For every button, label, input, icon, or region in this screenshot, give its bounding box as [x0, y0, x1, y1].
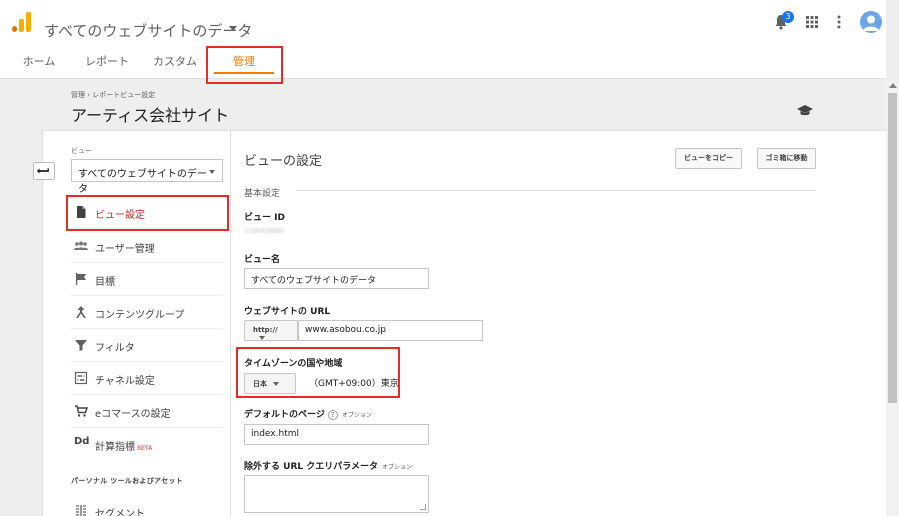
caret-down-icon: [259, 336, 265, 340]
caret-down-icon[interactable]: [229, 26, 237, 31]
main-nav: ホーム レポート カスタム 管理: [0, 46, 886, 79]
view-name-input[interactable]: すべてのウェブサイトのデータ: [244, 268, 429, 289]
sidebar-item-label: ユーザー管理: [95, 244, 155, 255]
sidebar-item-label: コンテンツグループ: [95, 310, 185, 321]
exclude-params-textarea[interactable]: [244, 475, 429, 513]
page-title: アーティス会社サイト: [71, 106, 230, 125]
avatar-icon[interactable]: [860, 11, 882, 33]
sidebar-item-channel-settings[interactable]: チャネル設定: [71, 362, 223, 395]
basic-settings-heading: 基本設定: [244, 189, 281, 199]
scroll-thumb[interactable]: [888, 93, 897, 403]
scroll-up-arrow-icon[interactable]: [889, 83, 897, 88]
move-to-trash-button[interactable]: ゴミ箱に移動: [757, 148, 816, 169]
section-divider: [296, 190, 816, 191]
notification-badge: 3: [782, 11, 794, 23]
view-name-label: ビュー名: [244, 255, 281, 265]
content-title: ビューの設定: [244, 154, 323, 169]
protocol-dropdown[interactable]: http://: [244, 320, 298, 341]
view-selector[interactable]: すべてのウェブサイトのデータ: [71, 159, 223, 195]
exclude-params-label: 除外する URL クエリパラメータ オプション: [244, 459, 412, 472]
segment-icon: [76, 505, 86, 516]
breadcrumb[interactable]: 管理 › レポートビュー設定: [71, 90, 155, 100]
analytics-logo-icon[interactable]: [12, 12, 32, 32]
optional-label: オプション: [341, 412, 372, 419]
back-button[interactable]: [33, 162, 55, 180]
sidebar-item-content-grouping[interactable]: コンテンツグループ: [71, 296, 223, 329]
scrollbar[interactable]: [886, 80, 899, 516]
arrow-back-icon: [36, 168, 49, 174]
default-page-label-text: デフォルトのページ: [244, 410, 325, 420]
view-label: ビュー: [71, 147, 92, 155]
apps-grid-icon[interactable]: [806, 16, 818, 28]
sidebar-item-ecommerce[interactable]: eコマースの設定: [71, 395, 223, 428]
website-url-label: ウェブサイトの URL: [244, 307, 331, 317]
people-icon: [74, 241, 88, 250]
sidebar-item-goals[interactable]: 目標: [71, 263, 223, 296]
tab-admin-highlight: [206, 46, 283, 84]
content-group-icon: [76, 306, 86, 318]
sidebar-item-label: チャネル設定: [95, 376, 155, 387]
graduation-cap-icon[interactable]: [797, 104, 813, 116]
exclude-params-label-text: 除外する URL クエリパラメータ: [244, 462, 378, 472]
panel-divider: [230, 130, 231, 516]
tab-reports[interactable]: レポート: [82, 46, 132, 78]
tab-home[interactable]: ホーム: [14, 46, 64, 78]
sidebar-item-label-wrap: 計算指標 BETA: [95, 438, 152, 453]
view-id-value: 118059680: [244, 227, 285, 235]
sidebar-item-label: 計算指標: [95, 442, 135, 453]
help-icon[interactable]: ?: [327, 410, 338, 420]
more-vert-icon[interactable]: [837, 15, 841, 29]
top-app-bar: すべてのウェブサイトのデータ 3: [0, 0, 886, 46]
filter-icon: [75, 340, 87, 351]
account-selector[interactable]: すべてのウェブサイトのデータ: [44, 20, 252, 41]
copy-view-button[interactable]: ビューをコピー: [675, 148, 742, 169]
view-settings-highlight: [66, 195, 229, 231]
panel-left-border: [42, 130, 43, 516]
beta-badge: BETA: [137, 445, 153, 452]
flag-icon: [76, 273, 86, 285]
sidebar-item-segments[interactable]: セグメント: [71, 495, 223, 516]
channel-icon: [74, 371, 88, 385]
view-id-label: ビュー ID: [244, 213, 285, 223]
cart-icon: [75, 405, 88, 417]
personal-tools-section-label: パーソナル ツールおよびアセット: [71, 477, 184, 485]
sidebar-item-label: eコマースの設定: [95, 409, 171, 420]
sidebar-item-label: フィルタ: [95, 343, 135, 354]
caret-down-icon: [209, 170, 215, 174]
dd-icon: Dd: [74, 436, 90, 447]
resize-handle-icon[interactable]: [420, 504, 426, 510]
timezone-highlight: [236, 347, 400, 398]
sidebar-item-calculated-metrics[interactable]: Dd 計算指標 BETA: [71, 428, 223, 461]
website-url-input[interactable]: www.asobou.co.jp: [298, 320, 483, 341]
sidebar-item-label: セグメント: [95, 509, 145, 516]
sidebar-item-user-management[interactable]: ユーザー管理: [71, 230, 223, 263]
sidebar-item-filters[interactable]: フィルタ: [71, 329, 223, 362]
optional-label: オプション: [381, 464, 412, 471]
tab-custom[interactable]: カスタム: [150, 46, 200, 78]
default-page-label: デフォルトのページ? オプション: [244, 407, 372, 420]
protocol-value: http://: [253, 326, 278, 334]
default-page-input[interactable]: index.html: [244, 424, 429, 445]
sidebar-item-label: 目標: [95, 277, 115, 288]
